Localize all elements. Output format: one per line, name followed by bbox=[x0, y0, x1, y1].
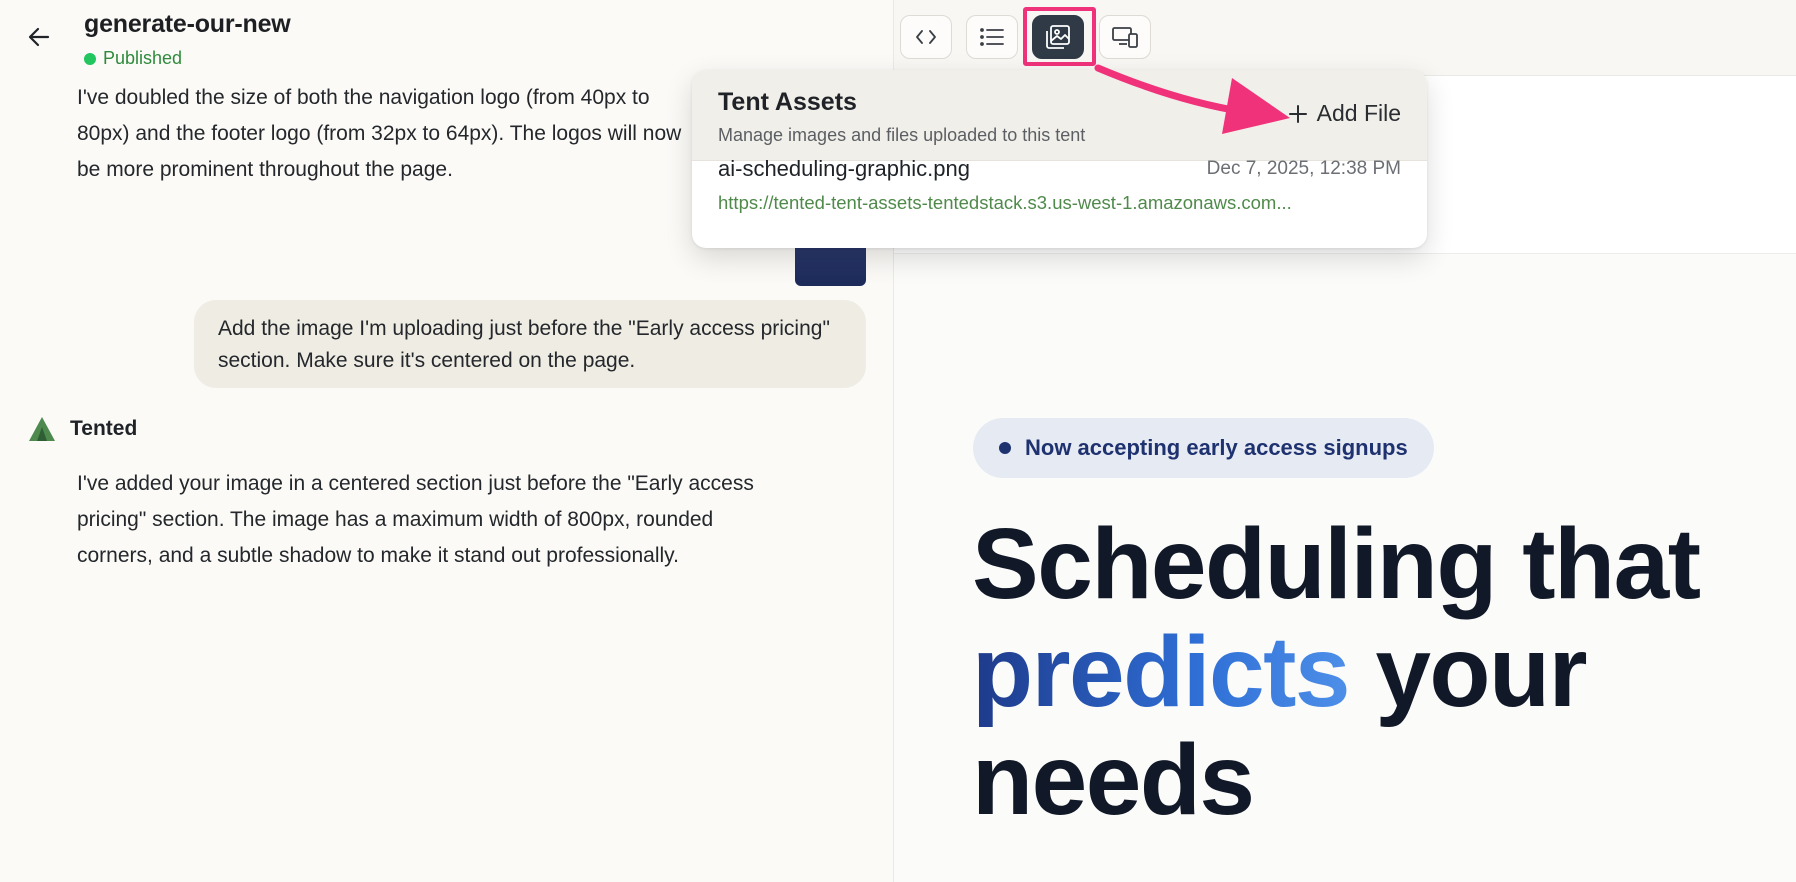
early-access-badge: Now accepting early access signups bbox=[973, 418, 1434, 478]
status-badge: Published bbox=[84, 48, 182, 69]
devices-icon bbox=[1112, 27, 1138, 48]
tent-logo-icon bbox=[29, 417, 55, 441]
responsive-preview-button[interactable] bbox=[1099, 15, 1151, 59]
status-dot-icon bbox=[84, 52, 96, 65]
hero-line-1: Scheduling that bbox=[972, 508, 1701, 620]
file-url-link[interactable]: https://tented-tent-assets-tentedstack.s… bbox=[718, 192, 1368, 214]
hero-line-2-rest: your bbox=[1375, 616, 1587, 728]
outline-view-button[interactable] bbox=[966, 15, 1018, 59]
hero-line-3: needs bbox=[972, 724, 1255, 836]
code-icon bbox=[916, 30, 936, 44]
list-icon bbox=[980, 28, 1004, 46]
annotation-highlight bbox=[1023, 7, 1096, 66]
assistant-message: I've doubled the size of both the naviga… bbox=[77, 86, 682, 181]
assistant-header: Tented bbox=[28, 416, 137, 442]
user-message-bubble: Add the image I'm uploading just before … bbox=[194, 300, 866, 388]
popover-title: Tent Assets bbox=[718, 88, 857, 116]
back-button[interactable] bbox=[24, 22, 54, 52]
assistant-message: I've added your image in a centered sect… bbox=[77, 472, 754, 567]
tent-assets-popover: Tent Assets Manage images and files uplo… bbox=[692, 70, 1427, 248]
badge-label: Now accepting early access signups bbox=[1025, 435, 1408, 460]
plus-icon bbox=[1288, 104, 1307, 123]
file-name: ai-scheduling-graphic.png bbox=[718, 156, 970, 181]
popover-header: Tent Assets Manage images and files uplo… bbox=[692, 70, 1427, 161]
add-file-label: Add File bbox=[1316, 100, 1401, 126]
add-file-button[interactable]: Add File bbox=[1288, 100, 1401, 127]
file-date: Dec 7, 2025, 12:38 PM bbox=[1206, 158, 1401, 179]
status-label: Published bbox=[103, 48, 183, 68]
assistant-name: Tented bbox=[70, 417, 138, 440]
popover-subtitle: Manage images and files uploaded to this… bbox=[718, 125, 1086, 145]
arrow-left-icon bbox=[28, 27, 50, 47]
tent-title: generate-our-new bbox=[84, 10, 291, 38]
badge-dot-icon bbox=[999, 442, 1011, 454]
hero-heading: Scheduling that predicts your needs bbox=[972, 510, 1772, 834]
hero-accent-word: predicts bbox=[972, 616, 1351, 728]
code-view-button[interactable] bbox=[900, 15, 952, 59]
